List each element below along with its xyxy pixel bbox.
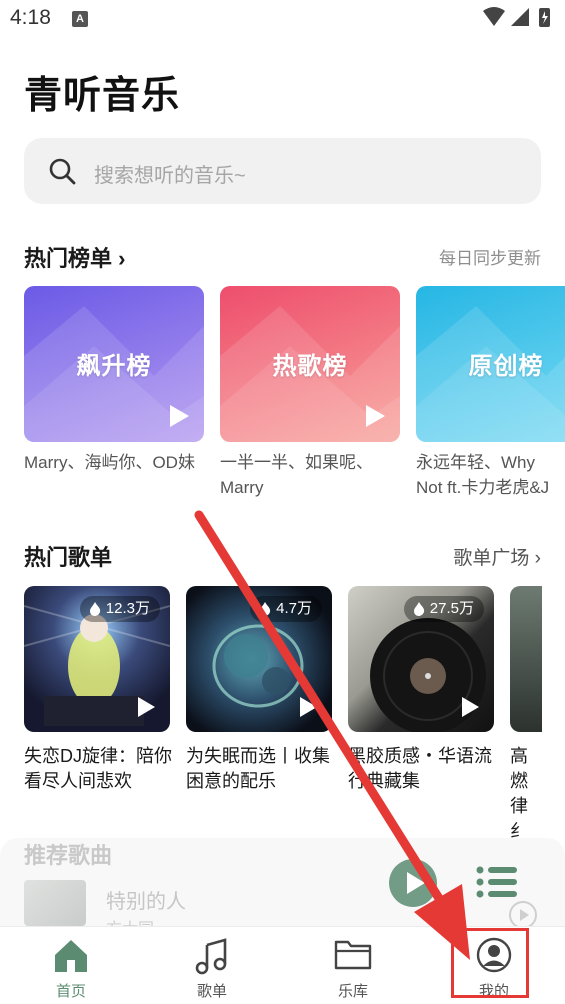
- playlist-name[interactable]: 高燃律纟: [510, 744, 542, 844]
- folder-icon: [334, 940, 372, 970]
- chart-card-title: 原创榜: [468, 353, 544, 380]
- search-bar[interactable]: 搜索想听的音乐~: [24, 138, 541, 204]
- wifi-icon: [483, 7, 505, 26]
- charts-section-title[interactable]: 热门榜单 ›: [24, 241, 125, 273]
- playlists-section-header: 热门歌单 歌单广场 ›: [24, 540, 541, 570]
- playlist-cover[interactable]: 12.3万: [24, 586, 170, 732]
- playlist-name[interactable]: 为失眠而选丨收集困意的配乐: [186, 744, 336, 794]
- playlist-cover[interactable]: 4.7万: [186, 586, 332, 732]
- song-thumbnail: [24, 880, 86, 926]
- search-placeholder: 搜索想听的音乐~: [94, 165, 246, 187]
- song-title[interactable]: 特别的人: [106, 885, 186, 914]
- play-count-badge: 4.7万: [250, 596, 322, 622]
- play-circle-icon[interactable]: [388, 858, 438, 908]
- play-icon: [300, 697, 317, 717]
- playlist-cover[interactable]: [510, 586, 542, 732]
- chart-card-original[interactable]: 原创榜: [416, 286, 565, 442]
- chart-card-rising[interactable]: 飙升榜: [24, 286, 204, 442]
- charts-section-header: 热门榜单 › 每日同步更新: [24, 241, 541, 271]
- notification-icon: A: [72, 11, 88, 27]
- nav-library[interactable]: 乐库: [303, 927, 403, 1004]
- nav-label: 歌单: [196, 983, 227, 1000]
- nav-label: 首页: [55, 983, 86, 1000]
- status-time: 4:18: [10, 6, 51, 29]
- recommend-title: 推荐歌曲: [24, 843, 113, 868]
- playlist-name[interactable]: 失恋DJ旋律：陪你看尽人间悲欢: [24, 744, 174, 794]
- fire-icon: [413, 602, 424, 616]
- play-icon: [462, 697, 479, 717]
- chart-card-hot[interactable]: 热歌榜: [220, 286, 400, 442]
- nav-playlists[interactable]: 歌单: [162, 927, 262, 1004]
- play-count-badge: 12.3万: [79, 596, 160, 622]
- playlist-plaza-link[interactable]: 歌单广场 ›: [453, 543, 541, 570]
- highlight-box: [451, 928, 529, 998]
- chart-card-title: 热歌榜: [272, 353, 348, 380]
- chart-card-title: 飙升榜: [76, 353, 152, 380]
- nav-label: 乐库: [337, 983, 368, 1000]
- fire-icon: [89, 602, 100, 616]
- chart-card-desc: 永远年轻、Why Not ft.卡力老虎&J: [416, 453, 550, 497]
- chevron-right-icon: ›: [118, 246, 126, 271]
- chart-card-desc: 一半一半、如果呢、Marry: [220, 453, 373, 497]
- play-count-badge: 27.5万: [403, 596, 484, 622]
- play-icon: [138, 697, 155, 717]
- nav-home[interactable]: 首页: [21, 927, 121, 1004]
- play-icon: [366, 405, 385, 427]
- signal-icon: [511, 8, 529, 26]
- playlist-queue-icon[interactable]: [476, 866, 518, 898]
- chart-card-desc: Marry、海屿你、OD妹: [24, 453, 195, 472]
- app-title: 青听音乐: [24, 75, 181, 117]
- playlist-name[interactable]: 黑胶质感・华语流行典藏集: [348, 744, 498, 794]
- playlist-cover[interactable]: 27.5万: [348, 586, 494, 732]
- status-bar: 4:18 A: [0, 0, 565, 40]
- charts-update-note: 每日同步更新: [439, 249, 541, 268]
- status-icons: [481, 6, 553, 37]
- fire-icon: [260, 602, 271, 616]
- chevron-right-icon: ›: [534, 548, 541, 569]
- music-note-icon: [195, 938, 227, 975]
- play-icon: [170, 405, 189, 427]
- search-icon: [49, 158, 76, 185]
- home-icon: [55, 940, 87, 972]
- playlists-section-title: 热门歌单: [24, 545, 113, 570]
